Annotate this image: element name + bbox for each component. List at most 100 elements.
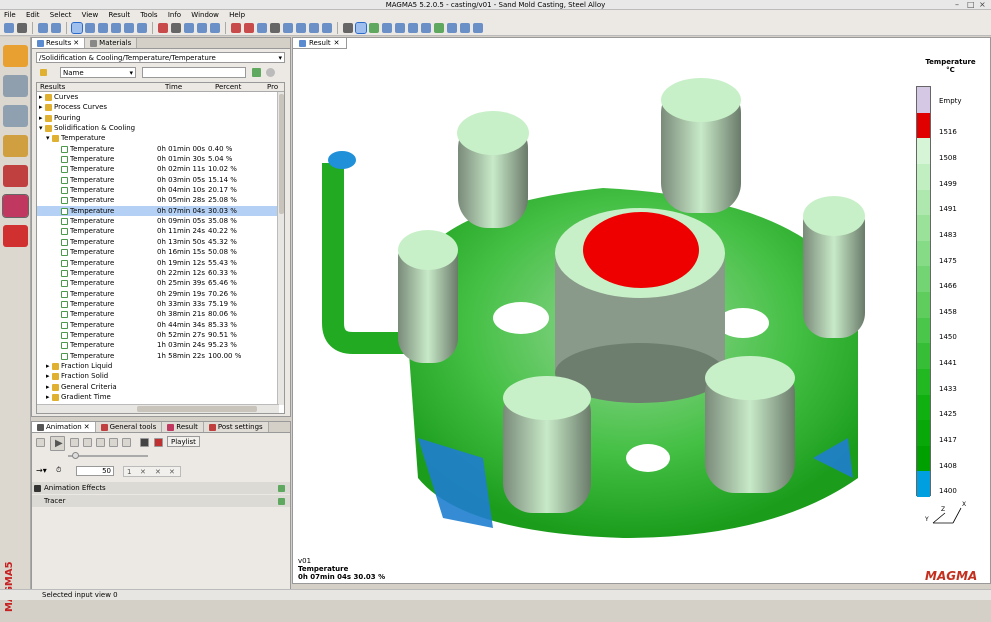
table-row[interactable]: Temperature 0h 03min 05s 15.14 %: [37, 175, 284, 185]
refresh-icon[interactable]: [278, 498, 285, 505]
record-settings-icon[interactable]: [154, 438, 163, 447]
rotate-icon[interactable]: [85, 22, 95, 33]
table-row[interactable]: Temperature 0h 29min 19s 70.26 %: [37, 289, 284, 299]
new-icon[interactable]: [4, 22, 14, 33]
tree-node-solidification[interactable]: ▾ Solidification & Cooling: [37, 123, 284, 133]
slice-icon[interactable]: [408, 22, 418, 33]
casting-model[interactable]: [293, 38, 893, 585]
tree-node-pouring[interactable]: ▸ Pouring: [37, 113, 284, 123]
view-front-icon[interactable]: [184, 22, 194, 33]
pointer-icon[interactable]: [343, 22, 353, 33]
folder-filter-icon[interactable]: [40, 69, 47, 76]
select-icon[interactable]: [71, 21, 83, 34]
tree-node-gradient-time[interactable]: ▸ Gradient Time: [37, 392, 284, 402]
last-frame-button[interactable]: [122, 438, 131, 447]
menu-help[interactable]: Help: [225, 10, 249, 20]
cube-icon[interactable]: [158, 22, 168, 33]
tab-general-tools[interactable]: General tools: [95, 422, 163, 432]
column-time[interactable]: Time: [165, 83, 182, 92]
record-icon[interactable]: [140, 438, 149, 447]
post-perspective-icon[interactable]: [3, 225, 28, 247]
menu-info[interactable]: Info: [164, 10, 185, 20]
maximize-icon[interactable]: □: [967, 0, 975, 10]
result-chart-icon[interactable]: [369, 22, 379, 33]
geometry-perspective-icon[interactable]: [3, 75, 28, 97]
table-row[interactable]: Temperature 0h 11min 24s 40.22 %: [37, 226, 284, 236]
view-iso-icon[interactable]: [257, 22, 267, 33]
sort-field-combo[interactable]: Name ▾: [60, 67, 136, 78]
simulation-perspective-icon[interactable]: [3, 165, 28, 187]
first-frame-button[interactable]: [83, 438, 92, 447]
menu-edit[interactable]: Edit: [22, 10, 44, 20]
loop-icon[interactable]: →▾: [36, 466, 47, 475]
definitions-perspective-icon[interactable]: [3, 135, 28, 157]
save-icon[interactable]: [38, 22, 48, 33]
fit-view-icon[interactable]: [137, 22, 147, 33]
table-row[interactable]: Temperature 0h 38min 21s 80.06 %: [37, 309, 284, 319]
step-field[interactable]: 1 ✕ ✕ ✕: [123, 466, 181, 477]
project-perspective-icon[interactable]: [3, 45, 28, 67]
play-button[interactable]: ▶: [50, 436, 65, 451]
table-row[interactable]: Temperature 0h 44min 34s 85.33 %: [37, 320, 284, 330]
table-row[interactable]: Temperature 0h 33min 33s 75.19 %: [37, 299, 284, 309]
tab-animation[interactable]: Animation ✕: [32, 422, 96, 432]
filter-input[interactable]: [142, 67, 246, 78]
apply-filter-icon[interactable]: [252, 68, 261, 77]
table-row[interactable]: Temperature 0h 07min 04s 30.03 %: [37, 205, 284, 217]
view-side-icon[interactable]: [197, 22, 207, 33]
menu-result[interactable]: Result: [104, 10, 134, 20]
table-row[interactable]: Temperature 0h 01min 30s 5.04 %: [37, 154, 284, 164]
refresh-icon[interactable]: [434, 22, 444, 33]
probe-icon[interactable]: [395, 22, 405, 33]
tree-node-fraction-liquid[interactable]: ▸ Fraction Liquid: [37, 361, 284, 371]
tab-materials[interactable]: Materials: [85, 38, 138, 48]
table-row[interactable]: Temperature 0h 09min 05s 35.08 %: [37, 216, 284, 226]
timeline-track[interactable]: [68, 455, 148, 457]
table-row[interactable]: Temperature 0h 52min 27s 90.51 %: [37, 330, 284, 340]
table-row[interactable]: Temperature 1h 03min 24s 95.23 %: [37, 340, 284, 350]
playlist-button[interactable]: Playlist: [167, 436, 200, 447]
print-icon[interactable]: [51, 22, 61, 33]
clip-icon[interactable]: [231, 22, 241, 33]
tree-vertical-scrollbar[interactable]: [277, 92, 284, 405]
tree-horizontal-scrollbar[interactable]: [37, 404, 279, 413]
tree-node-general-criteria[interactable]: ▸ General Criteria: [37, 382, 284, 392]
results-perspective-icon[interactable]: [2, 194, 29, 218]
tab-post-settings[interactable]: Post settings: [203, 422, 269, 432]
tab-result[interactable]: Result: [162, 422, 204, 432]
table-row[interactable]: Temperature 0h 22min 12s 60.33 %: [37, 268, 284, 278]
result-path-combo[interactable]: /Solidification & Cooling/Temperature/Te…: [36, 52, 285, 63]
grid-icon[interactable]: [270, 22, 280, 33]
measure-icon[interactable]: [382, 22, 392, 33]
next-frame-button[interactable]: [109, 438, 118, 447]
tree-node-process-curves[interactable]: ▸ Process Curves: [37, 102, 284, 112]
menu-view[interactable]: View: [78, 10, 103, 20]
view-top-icon[interactable]: [210, 22, 220, 33]
timeline-slider-handle[interactable]: [72, 452, 79, 459]
property-tracer[interactable]: Tracer: [32, 495, 290, 507]
zoom-icon[interactable]: [111, 22, 121, 33]
table-row[interactable]: Temperature 0h 19min 12s 55.43 %: [37, 258, 284, 268]
tree-node-temperature-folder[interactable]: ▾ Temperature: [37, 133, 284, 143]
table-row[interactable]: Temperature 0h 02min 11s 10.02 %: [37, 164, 284, 174]
stop-button[interactable]: [36, 438, 45, 447]
fps-input[interactable]: 50: [76, 466, 114, 476]
mesh-icon[interactable]: [283, 22, 293, 33]
display-icon[interactable]: [322, 22, 332, 33]
table-row[interactable]: Temperature 0h 04min 10s 20.17 %: [37, 185, 284, 195]
close-icon[interactable]: ×: [979, 0, 986, 10]
export-icon[interactable]: [460, 22, 470, 33]
table-row[interactable]: Temperature 0h 13min 50s 45.32 %: [37, 237, 284, 247]
settings-icon[interactable]: [447, 22, 457, 33]
pan-icon[interactable]: [98, 22, 108, 33]
wireframe-icon[interactable]: [171, 22, 181, 33]
scrollbar-thumb[interactable]: [137, 406, 257, 412]
mesh-perspective-icon[interactable]: [3, 105, 28, 127]
screenshot-icon[interactable]: [473, 22, 483, 33]
surface-icon[interactable]: [296, 22, 306, 33]
layer-icon[interactable]: [421, 22, 431, 33]
result-viewer[interactable]: Result ✕ Temperature °C Empty 1516 1508 …: [292, 37, 991, 584]
table-row[interactable]: Temperature 0h 16min 15s 50.08 %: [37, 247, 284, 257]
property-animation-effects[interactable]: Animation Effects: [32, 482, 290, 494]
volume-icon[interactable]: [309, 22, 319, 33]
